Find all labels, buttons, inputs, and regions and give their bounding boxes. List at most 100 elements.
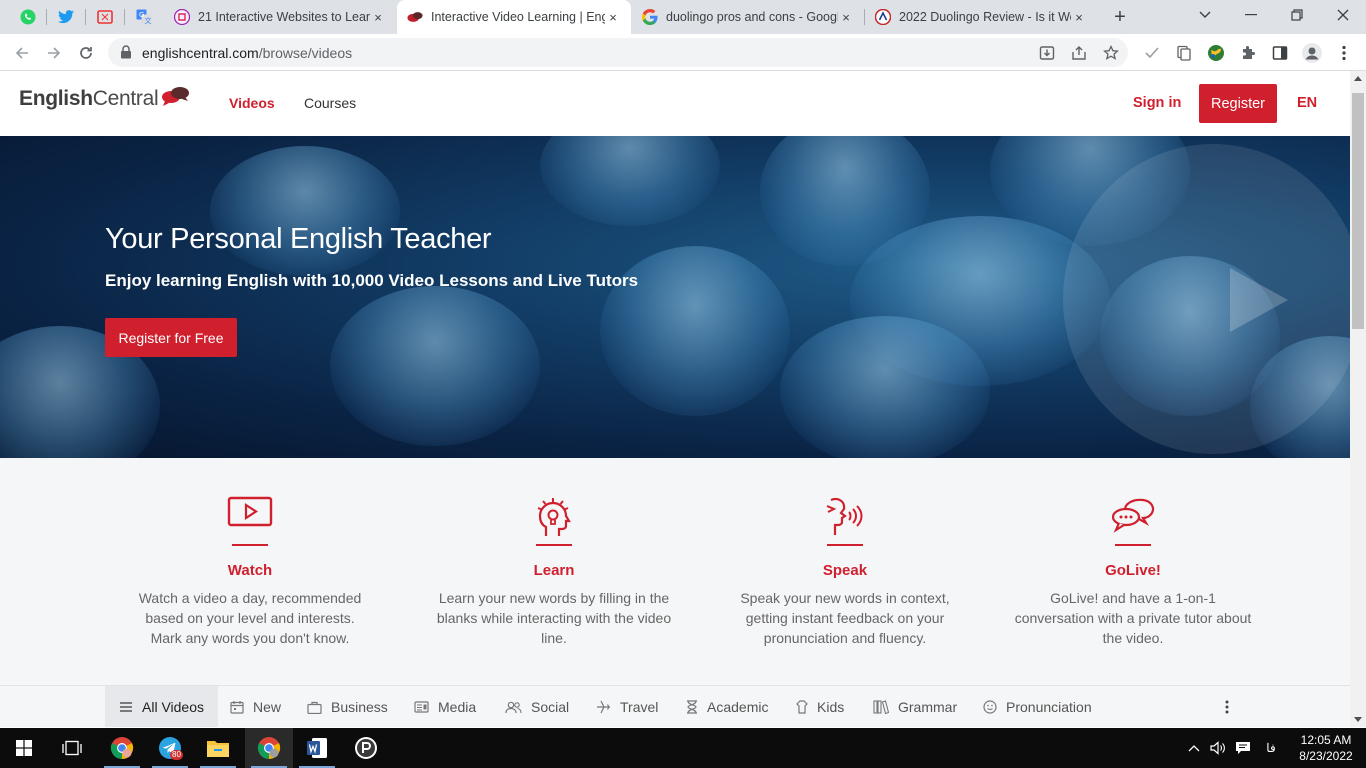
tab-duolingo-review[interactable]: 2022 Duolingo Review - Is it Wo × — [865, 0, 1097, 34]
extensions-button[interactable] — [1238, 43, 1258, 63]
tab-close-icon[interactable]: × — [605, 10, 621, 25]
extension-globe-button[interactable] — [1206, 43, 1226, 63]
extension-check-button[interactable] — [1142, 43, 1162, 63]
taskbar-file-explorer[interactable] — [194, 728, 242, 768]
category-business[interactable]: Business — [307, 686, 388, 727]
tab-close-icon[interactable]: × — [370, 10, 386, 25]
tab-close-icon[interactable]: × — [1071, 10, 1087, 25]
address-bar[interactable]: englishcentral.com/browse/videos — [108, 38, 1128, 67]
share-button[interactable] — [1070, 44, 1088, 62]
category-label: Business — [331, 699, 388, 715]
feature-description: Watch a video a day, recommended based o… — [138, 590, 362, 646]
pinned-tab-video[interactable] — [86, 4, 124, 30]
browser-tab-bar: G文 21 Interactive Websites to Learn × In… — [0, 0, 1366, 34]
media-icon — [414, 701, 429, 713]
taskbar-chrome-1[interactable] — [98, 728, 146, 768]
page-scrollbar[interactable] — [1350, 71, 1366, 727]
category-travel[interactable]: Travel — [596, 686, 658, 727]
google-icon — [642, 9, 658, 25]
taskbar-psiphon[interactable] — [342, 728, 390, 768]
jellyfish-decoration — [330, 286, 540, 446]
bookmark-button[interactable] — [1102, 44, 1120, 62]
system-clock[interactable]: 12:05 AM 8/23/2022 — [1296, 732, 1356, 764]
new-tab-button[interactable]: + — [1108, 5, 1132, 29]
feature-title: Speak — [822, 562, 868, 579]
features-section: Watch Watch a video a day, recommended b… — [0, 458, 1350, 685]
register-button[interactable]: Register — [1199, 84, 1277, 123]
check-icon — [1145, 47, 1159, 59]
sign-in-link[interactable]: Sign in — [1133, 95, 1181, 111]
category-social[interactable]: Social — [505, 686, 569, 727]
category-academic[interactable]: Academic — [686, 686, 768, 727]
globe-extension-icon — [1208, 45, 1224, 61]
feature-description: Speak your new words in context, getting… — [740, 590, 950, 646]
pinned-tab-translate[interactable]: G文 — [125, 4, 163, 30]
hero-subtitle: Enjoy learning English with 10,000 Video… — [105, 271, 639, 290]
scrollbar-thumb[interactable] — [1352, 93, 1364, 329]
show-hidden-icons-button[interactable] — [1185, 728, 1203, 768]
install-app-button[interactable] — [1038, 44, 1056, 62]
clock-time: 12:05 AM — [1300, 733, 1352, 747]
pinned-tab-whatsapp[interactable] — [9, 4, 47, 30]
category-media[interactable]: Media — [414, 686, 476, 727]
forward-button[interactable] — [41, 40, 67, 66]
books-icon — [873, 700, 889, 714]
start-button[interactable] — [0, 728, 48, 768]
play-icon[interactable] — [1230, 268, 1288, 332]
category-pronunciation[interactable]: Pronunciation — [983, 686, 1092, 727]
register-for-free-button[interactable]: Register for Free — [105, 318, 237, 357]
lock-icon — [121, 45, 131, 59]
people-icon — [505, 701, 522, 714]
whatsapp-icon — [20, 9, 36, 25]
video-play-icon — [220, 496, 280, 538]
pinned-tab-twitter[interactable] — [47, 4, 85, 30]
minimize-button[interactable] — [1228, 0, 1274, 30]
task-view-icon — [62, 740, 82, 756]
nav-courses[interactable]: Courses — [304, 95, 356, 111]
nav-videos[interactable]: Videos — [229, 95, 275, 111]
taskbar-telegram[interactable]: 80 — [146, 728, 194, 768]
tab-duolingo-google[interactable]: duolingo pros and cons - Googl × — [632, 0, 864, 34]
profile-button[interactable] — [1302, 43, 1322, 63]
category-label: New — [253, 699, 282, 715]
category-new[interactable]: New — [230, 686, 281, 727]
scroll-up-arrow-icon[interactable] — [1354, 76, 1362, 81]
language-selector[interactable]: EN — [1297, 95, 1317, 111]
jellyfish-decoration — [780, 316, 990, 458]
close-window-button[interactable] — [1320, 0, 1366, 30]
tab-title: duolingo pros and cons - Googl — [666, 10, 838, 24]
category-all-videos[interactable]: All Videos — [105, 686, 219, 727]
taskbar-word[interactable] — [293, 728, 341, 768]
tab-search-button[interactable] — [1182, 0, 1228, 30]
tab-close-icon[interactable]: × — [838, 10, 854, 25]
browser-menu-button[interactable] — [1334, 43, 1354, 63]
side-panel-button[interactable] — [1270, 43, 1290, 63]
video-play-overlay[interactable] — [1063, 144, 1350, 454]
englishcentral-logo[interactable]: EnglishCentral — [19, 87, 190, 111]
category-grammar[interactable]: Grammar — [873, 686, 957, 727]
input-language-indicator[interactable]: فا — [1260, 728, 1282, 768]
tab-interactive-websites[interactable]: 21 Interactive Websites to Learn × — [164, 0, 396, 34]
side-panel-icon — [1272, 46, 1288, 60]
star-icon — [1103, 45, 1119, 60]
word-icon — [307, 738, 327, 758]
tab-englishcentral[interactable]: Interactive Video Learning | Eng × — [397, 0, 631, 34]
restore-button[interactable] — [1274, 0, 1320, 30]
more-categories-button[interactable] — [1222, 699, 1232, 715]
extension-copy-button[interactable] — [1174, 43, 1194, 63]
notifications-button[interactable] — [1232, 728, 1254, 768]
clock-date: 8/23/2022 — [1299, 749, 1353, 763]
jellyfish-decoration — [210, 146, 400, 276]
copy-icon — [1177, 45, 1191, 61]
taskbar-chrome-2[interactable] — [245, 728, 293, 768]
hero-banner: Your Personal English Teacher Enjoy lear… — [0, 136, 1350, 458]
share-icon — [1072, 46, 1086, 60]
category-kids[interactable]: Kids — [796, 686, 844, 727]
reload-button[interactable] — [73, 40, 99, 66]
folder-icon — [207, 741, 229, 757]
task-view-button[interactable] — [48, 728, 96, 768]
volume-button[interactable] — [1207, 728, 1229, 768]
back-button[interactable] — [9, 40, 35, 66]
list-icon — [119, 701, 133, 713]
scroll-down-arrow-icon[interactable] — [1354, 717, 1362, 722]
